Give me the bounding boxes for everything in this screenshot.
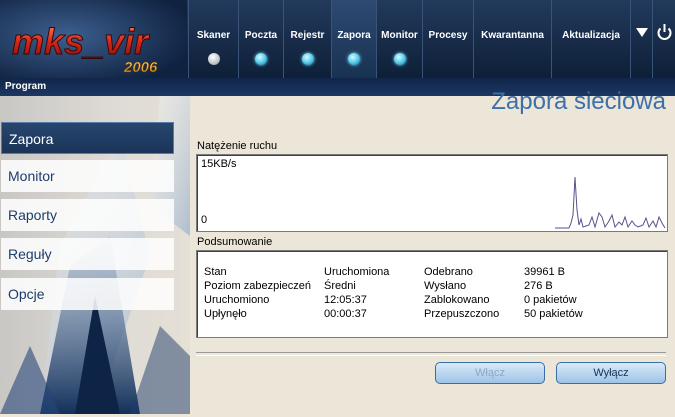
tab-label: Monitor <box>381 30 418 41</box>
tab-label: Procesy <box>428 30 468 41</box>
top-bar: mks_vir 2006 Skaner Poczta Rejestr Zapor… <box>0 0 675 78</box>
summary-value: 50 pakietów <box>524 308 583 320</box>
sidebar-item-monitor[interactable]: Monitor <box>1 160 174 192</box>
summary-value: 0 pakietów <box>524 294 577 306</box>
tab-label: Poczta <box>244 30 278 41</box>
svg-text:2006: 2006 <box>123 59 158 76</box>
disable-button[interactable]: Wyłącz <box>556 362 666 384</box>
summary-key: Zablokowano <box>424 294 490 306</box>
sidebar-item-raporty[interactable]: Raporty <box>1 199 174 231</box>
tab-skaner[interactable]: Skaner <box>188 0 238 78</box>
chevron-down-icon <box>636 28 648 37</box>
status-light-icon <box>348 53 360 65</box>
summary-key: Wysłano <box>424 280 467 292</box>
status-light-icon <box>301 53 314 65</box>
svg-text:mks_vir: mks_vir <box>12 21 150 62</box>
page-title: Zapora sieciowa <box>491 88 666 115</box>
summary-value: 276 B <box>524 280 553 292</box>
tab-poczta[interactable]: Poczta <box>238 0 283 78</box>
summary-group-label: Podsumowanie <box>197 236 273 248</box>
summary-value: Średni <box>324 280 356 292</box>
status-light-icon <box>255 53 267 65</box>
status-light-icon <box>393 53 406 65</box>
tab-aktualizacja[interactable]: Aktualizacja <box>551 0 630 78</box>
summary-value: 39961 B <box>524 266 565 278</box>
traffic-group-label: Natężenie ruchu <box>197 140 278 152</box>
tab-procesy[interactable]: Procesy <box>422 0 473 78</box>
program-label: Program <box>5 81 47 92</box>
summary-key: Przepuszczono <box>424 308 500 320</box>
status-light-icon <box>207 53 220 65</box>
tab-label: Aktualizacja <box>562 30 620 41</box>
menu-dropdown-button[interactable] <box>630 0 653 78</box>
tab-monitor[interactable]: Monitor <box>376 0 422 78</box>
sidebar-item-reguly[interactable]: Reguły <box>1 238 174 270</box>
tab-label: Skaner <box>196 30 231 41</box>
sidebar-item-zapora[interactable]: Zapora <box>1 122 174 154</box>
app-logo: mks_vir 2006 <box>0 0 187 78</box>
tab-zapora[interactable]: Zapora <box>331 0 376 78</box>
summary-key: Uruchomiono <box>204 294 270 306</box>
summary-value: 00:00:37 <box>324 308 367 320</box>
tab-label: Kwarantanna <box>481 30 544 41</box>
power-icon <box>657 24 672 40</box>
summary-key: Stan <box>204 266 227 278</box>
traffic-line <box>555 176 666 229</box>
summary-value: Uruchomiona <box>324 266 390 278</box>
tab-label: Zapora <box>337 30 371 41</box>
summary-key: Upłynęło <box>204 308 247 320</box>
power-button[interactable] <box>652 0 675 78</box>
summary-key: Odebrano <box>424 266 473 278</box>
summary-panel: Stan Uruchomiona Poziom zabezpieczeń Śre… <box>196 250 668 338</box>
divider <box>196 352 666 356</box>
main-nav: Skaner Poczta Rejestr Zapora Monitor Pro… <box>188 0 630 78</box>
tab-rejestr[interactable]: Rejestr <box>283 0 331 78</box>
enable-button[interactable]: Włącz <box>435 362 545 384</box>
sidebar-item-opcje[interactable]: Opcje <box>1 278 174 310</box>
tab-label: Rejestr <box>290 30 325 41</box>
summary-key: Poziom zabezpieczeń <box>204 280 312 292</box>
tab-kwarantanna[interactable]: Kwarantanna <box>473 0 551 78</box>
summary-value: 12:05:37 <box>324 294 367 306</box>
traffic-graph: 15KB/s 0 <box>196 154 668 232</box>
